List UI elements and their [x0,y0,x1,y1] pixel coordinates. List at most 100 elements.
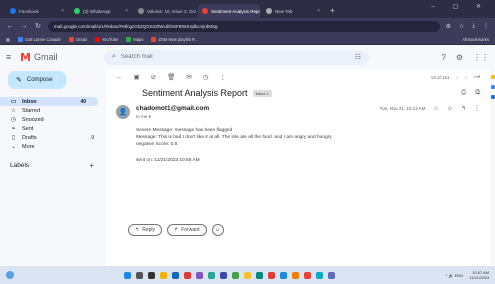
browser-tab[interactable]: Volume: 10, Issue 3, October× [134,4,196,18]
delete-icon[interactable]: 🗑 [167,73,175,81]
close-tab-icon[interactable]: × [317,8,320,14]
sidebar-item-starred[interactable]: ☆ Starred [0,106,106,115]
extensions-icon[interactable]: ⚙ [446,23,451,30]
browser-tab[interactable]: Facebook × [6,4,68,18]
archive-icon[interactable]: ▣ [134,73,140,81]
print-icon[interactable]: ⎙ [461,89,466,97]
url-field[interactable]: mail.google.com/mail/u/1/#inbox/FMfcgzGk… [48,20,440,32]
sidebar-item-inbox[interactable]: ▭ Inbox 40 [0,97,98,106]
reply-icon[interactable]: ↰ [461,105,466,112]
keep-icon[interactable] [491,85,495,89]
calendar-icon[interactable] [491,75,495,79]
folder-list: ▭ Inbox 40 ☆ Starred ◷ Snoozed ➢ Sent ▯ Drafts 9 ⌄ Mo… [0,97,106,151]
bookmark-star-icon[interactable]: ☆ [459,23,464,30]
back-to-inbox-icon[interactable]: ← [116,74,123,81]
sidebar-item-more[interactable]: ⌄ More [0,142,106,151]
taskbar-app-icon[interactable] [256,271,263,279]
search-bar[interactable]: ⌕ ☷ [104,49,369,65]
forward-button[interactable]: ↱ Forward [167,224,207,236]
new-tab-button[interactable]: + [330,6,335,15]
report-spam-icon[interactable]: ⊘ [151,73,156,81]
settings-icon[interactable]: ⚙ [456,53,463,62]
star-icon[interactable]: ☆ [433,105,438,112]
tray-icons[interactable]: ^ 🔊 ENG [446,273,464,278]
inbox-label-chip[interactable]: Inbox × [252,89,272,97]
clock[interactable]: 10:57 AM 11/21/2023 [469,270,489,280]
emoji-button[interactable]: ☺ [211,224,224,236]
sender-email[interactable]: chadomot1@gmail.com [136,105,209,112]
draft-icon: ▯ [11,135,16,141]
snooze-icon[interactable]: ◷ [203,73,209,81]
search-input[interactable] [120,54,350,60]
taskbar-app-icon[interactable] [316,271,323,279]
taskbar-app-icon[interactable] [184,271,191,279]
tab-favicon-icon [10,8,16,14]
close-tab-icon[interactable]: × [61,8,64,14]
taskbar-app-icon[interactable] [268,271,275,279]
sidebar-item-drafts[interactable]: ▯ Drafts 9 [0,133,106,142]
reload-icon[interactable]: ↻ [34,22,42,30]
tasks-icon[interactable] [491,95,495,99]
sidebar-item-snoozed[interactable]: ◷ Snoozed [0,115,106,124]
taskbar-app-icon[interactable] [292,271,299,279]
bookmark-item[interactable]: Gail Lanne Casade [17,36,61,42]
emoji-reaction-icon[interactable]: ☺ [447,106,453,112]
compose-button[interactable]: ✎ Compose [8,71,66,89]
taskbar-app-icon[interactable] [196,271,203,279]
input-tools-icon[interactable]: ▭▾ [473,74,480,80]
add-label-icon[interactable]: + [89,161,94,170]
taskbar-app-icon[interactable] [124,271,131,279]
menu-icon[interactable]: ⋮ [483,23,489,30]
taskbar-app-icon[interactable] [220,271,227,279]
taskbar-app-icon[interactable] [160,271,167,279]
taskbar-app-icon[interactable] [172,271,179,279]
recipient-details[interactable]: to me ▾ [136,114,209,120]
older-icon[interactable]: › [465,75,467,80]
apps-icon[interactable]: ⋮⋮ [473,53,489,62]
bookmark-favicon-icon [126,36,132,42]
browser-tab[interactable]: (3) WhatsApp × [70,4,132,18]
more-actions-icon[interactable]: ⋮ [220,73,227,81]
bookmark-item[interactable]: YouTube [94,36,118,42]
help-icon[interactable]: ? [441,53,445,62]
bookmark-item[interactable]: Gmail [68,36,87,42]
weather-icon[interactable] [6,271,14,279]
browser-tab[interactable]: Sentiment Analysis Report - chadomot1@gm… [198,4,260,18]
search-options-icon[interactable]: ☷ [355,53,361,61]
download-icon[interactable]: ⤓ [472,23,475,30]
search-icon[interactable]: ⌕ [112,53,116,61]
tab-favicon-icon [138,8,144,14]
close-tab-icon[interactable]: × [125,8,128,14]
window-controls[interactable]: – ▢ ✕ [432,3,489,10]
taskbar-app-icon[interactable] [208,271,215,279]
more-icon[interactable]: ⋮ [474,105,480,112]
forward-icon[interactable]: → [20,23,28,30]
main-menu-icon[interactable]: ≡ [6,52,20,62]
taskbar-app-icon[interactable] [148,271,155,279]
gmail-logo[interactable]: M Gmail [20,51,100,64]
reply-button[interactable]: ↰ Reply [128,224,162,236]
taskbar-app-icon[interactable] [304,271,311,279]
apps-grid-icon[interactable]: ▦ [6,37,10,42]
taskbar-app-icon[interactable] [136,271,143,279]
taskbar-app-icon[interactable] [244,271,251,279]
mark-unread-icon[interactable]: ✉ [186,73,191,81]
side-panel [490,69,495,266]
back-icon[interactable]: ← [6,23,14,30]
all-bookmarks-link[interactable]: All Bookmarks [462,37,489,42]
bookmark-item[interactable]: ZSM New playlist P... [151,36,198,42]
message-toolbar: ← ▣ ⊘ 🗑 ✉ ◷ ⋮ 13 of 161 ‹ › ▭▾ [106,69,490,85]
bookmark-item[interactable]: Maps [126,36,143,42]
taskbar-app-icon[interactable] [280,271,287,279]
subject-row: Sentiment Analysis Report Inbox × ⎙ ⧉ [106,85,490,101]
open-new-window-icon[interactable]: ⧉ [475,89,480,97]
tab-label: Volume: 10, Issue 3, October [147,8,196,14]
browser-tab[interactable]: New Tab × [262,4,324,18]
sidebar-item-sent[interactable]: ➢ Sent [0,124,106,133]
bookmark-favicon-icon [17,36,23,42]
taskbar-app-icon[interactable] [232,271,239,279]
newer-icon[interactable]: ‹ [456,75,458,80]
taskbar-app-icon[interactable] [328,271,335,279]
avatar[interactable]: 👤 [116,105,130,119]
labels-heading: Labels [10,162,30,169]
